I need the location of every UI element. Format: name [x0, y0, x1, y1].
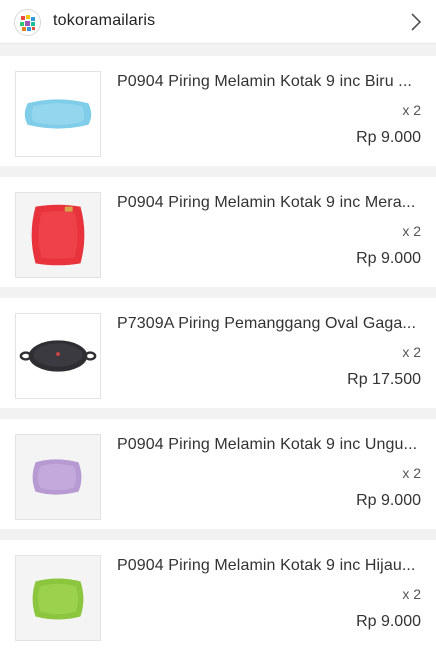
item-price: Rp 9.000 [356, 129, 421, 146]
item-quantity: x 2 [402, 586, 421, 602]
item-title: P7309A Piring Pemanggang Oval Gaga... [117, 315, 417, 332]
item-price: Rp 9.000 [356, 250, 421, 267]
item-title: P0904 Piring Melamin Kotak 9 inc Biru ..… [117, 73, 412, 90]
order-item[interactable]: P0904 Piring Melamin Kotak 9 inc Ungu...… [0, 419, 436, 529]
item-price: Rp 17.500 [347, 371, 421, 388]
item-price: Rp 9.000 [356, 613, 421, 630]
order-item[interactable]: P0904 Piring Melamin Kotak 9 inc Hijau..… [0, 540, 436, 650]
item-quantity: x 2 [402, 223, 421, 239]
chevron-right-icon[interactable] [408, 11, 424, 33]
shop-name[interactable]: tokoramailaris [53, 12, 155, 30]
purple-square-plate-image [15, 434, 101, 520]
order-item[interactable]: P7309A Piring Pemanggang Oval Gaga... x … [0, 298, 436, 408]
order-item[interactable]: P0904 Piring Melamin Kotak 9 inc Mera...… [0, 177, 436, 287]
item-title: P0904 Piring Melamin Kotak 9 inc Hijau..… [117, 557, 416, 574]
shop-header[interactable]: tokoramailaris [0, 0, 436, 44]
item-price: Rp 9.000 [356, 492, 421, 509]
item-title: P0904 Piring Melamin Kotak 9 inc Mera... [117, 194, 416, 211]
shop-logo-icon [14, 9, 41, 36]
item-quantity: x 2 [402, 102, 421, 118]
item-title: P0904 Piring Melamin Kotak 9 inc Ungu... [117, 436, 418, 453]
order-item[interactable]: P0904 Piring Melamin Kotak 9 inc Biru ..… [0, 56, 436, 166]
blue-square-plate-image [15, 71, 101, 157]
item-quantity: x 2 [402, 465, 421, 481]
black-oval-grill-pan-image [15, 313, 101, 399]
red-square-plate-image [15, 192, 101, 278]
item-quantity: x 2 [402, 344, 421, 360]
green-square-plate-image [15, 555, 101, 641]
